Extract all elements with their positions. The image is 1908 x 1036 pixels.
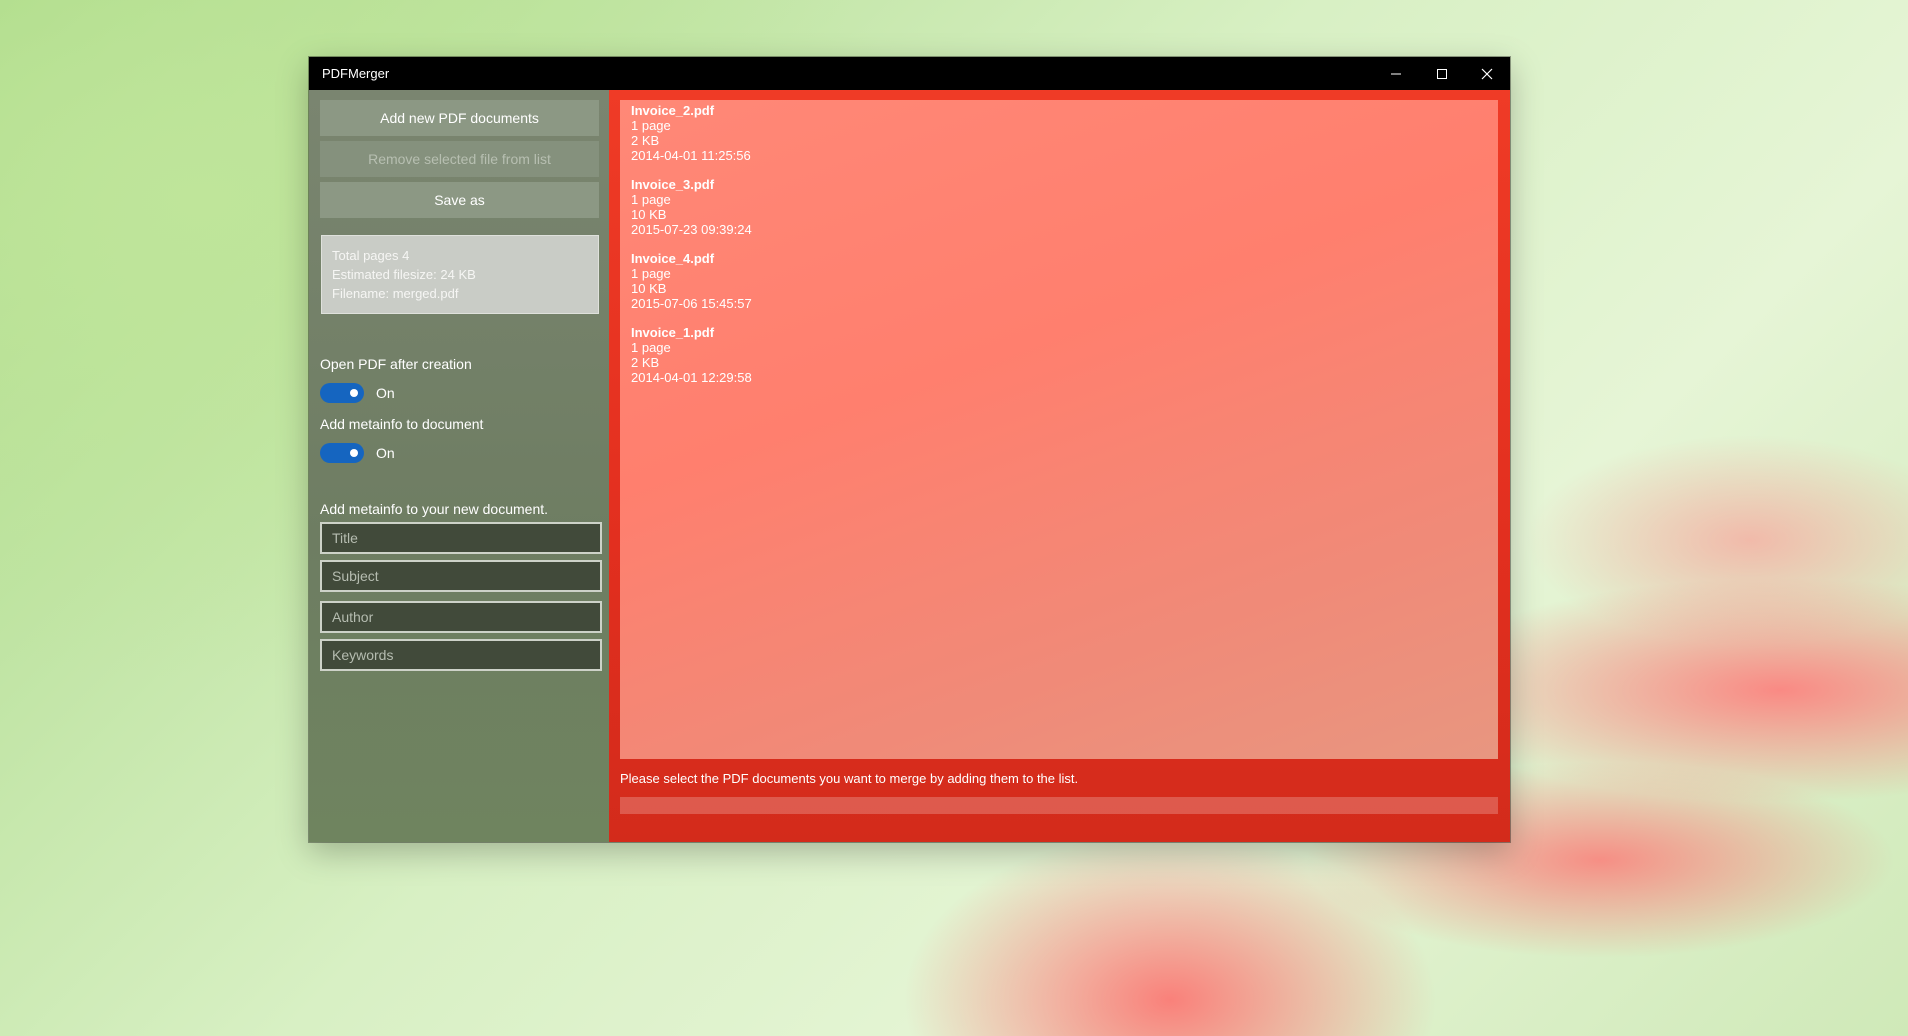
list-item[interactable]: Invoice_2.pdf 1 page 2 KB 2014-04-01 11:… — [631, 103, 751, 163]
file-size: 10 KB — [631, 281, 667, 296]
add-pdf-button[interactable]: Add new PDF documents — [320, 100, 599, 136]
maximize-button[interactable] — [1419, 57, 1465, 90]
file-pages: 1 page — [631, 340, 671, 355]
list-item[interactable]: Invoice_1.pdf 1 page 2 KB 2014-04-01 12:… — [631, 325, 752, 385]
progress-bar — [620, 797, 1498, 814]
filesize-text: Estimated filesize: 24 KB — [332, 267, 476, 282]
status-text: Please select the PDF documents you want… — [620, 771, 1079, 786]
add-metainfo-label: Add metainfo to document — [320, 416, 484, 432]
file-pages: 1 page — [631, 192, 671, 207]
file-name: Invoice_3.pdf — [631, 177, 715, 192]
file-name: Invoice_4.pdf — [631, 251, 715, 266]
open-after-state: On — [376, 385, 395, 401]
file-name: Invoice_1.pdf — [631, 325, 715, 340]
minimize-icon — [1391, 73, 1401, 74]
open-after-toggle[interactable] — [320, 383, 364, 403]
file-pages: 1 page — [631, 266, 671, 281]
file-date: 2015-07-23 09:39:24 — [631, 222, 752, 237]
toggle-knob — [350, 389, 358, 397]
app-window: PDFMerger Add new PDF documents Remove s… — [309, 57, 1510, 842]
subject-field[interactable] — [320, 560, 602, 592]
file-date: 2015-07-06 15:45:57 — [631, 296, 752, 311]
file-size: 2 KB — [631, 355, 660, 370]
title-field[interactable] — [320, 522, 602, 554]
add-metainfo-toggle[interactable] — [320, 443, 364, 463]
file-size: 2 KB — [631, 133, 660, 148]
file-date: 2014-04-01 11:25:56 — [631, 148, 751, 163]
file-date: 2014-04-01 12:29:58 — [631, 370, 752, 385]
add-metainfo-state: On — [376, 445, 395, 461]
window-title: PDFMerger — [322, 66, 390, 81]
close-button[interactable] — [1464, 57, 1510, 90]
list-item[interactable]: Invoice_4.pdf 1 page 10 KB 2015-07-06 15… — [631, 251, 752, 311]
close-icon — [1481, 68, 1493, 79]
main-panel: Invoice_2.pdf 1 page 2 KB 2014-04-01 11:… — [609, 90, 1510, 842]
save-as-button[interactable]: Save as — [320, 182, 599, 218]
metainfo-heading: Add metainfo to your new document. — [320, 501, 549, 517]
file-size: 10 KB — [631, 207, 667, 222]
filename-text: Filename: merged.pdf — [332, 286, 459, 301]
author-field[interactable] — [320, 601, 602, 633]
merge-summary: Total pages 4 Estimated filesize: 24 KB … — [321, 235, 599, 314]
title-bar[interactable]: PDFMerger — [309, 57, 1510, 90]
open-after-label: Open PDF after creation — [320, 356, 472, 372]
remove-file-button[interactable]: Remove selected file from list — [320, 141, 599, 177]
file-pages: 1 page — [631, 118, 671, 133]
minimize-button[interactable] — [1373, 57, 1419, 90]
maximize-icon — [1437, 68, 1447, 79]
file-list[interactable]: Invoice_2.pdf 1 page 2 KB 2014-04-01 11:… — [620, 100, 1498, 759]
sidebar: Add new PDF documents Remove selected fi… — [309, 90, 609, 842]
file-name: Invoice_2.pdf — [631, 103, 715, 118]
total-pages-text: Total pages 4 — [332, 248, 410, 263]
keywords-field[interactable] — [320, 639, 602, 671]
toggle-knob — [350, 449, 358, 457]
list-item[interactable]: Invoice_3.pdf 1 page 10 KB 2015-07-23 09… — [631, 177, 752, 237]
